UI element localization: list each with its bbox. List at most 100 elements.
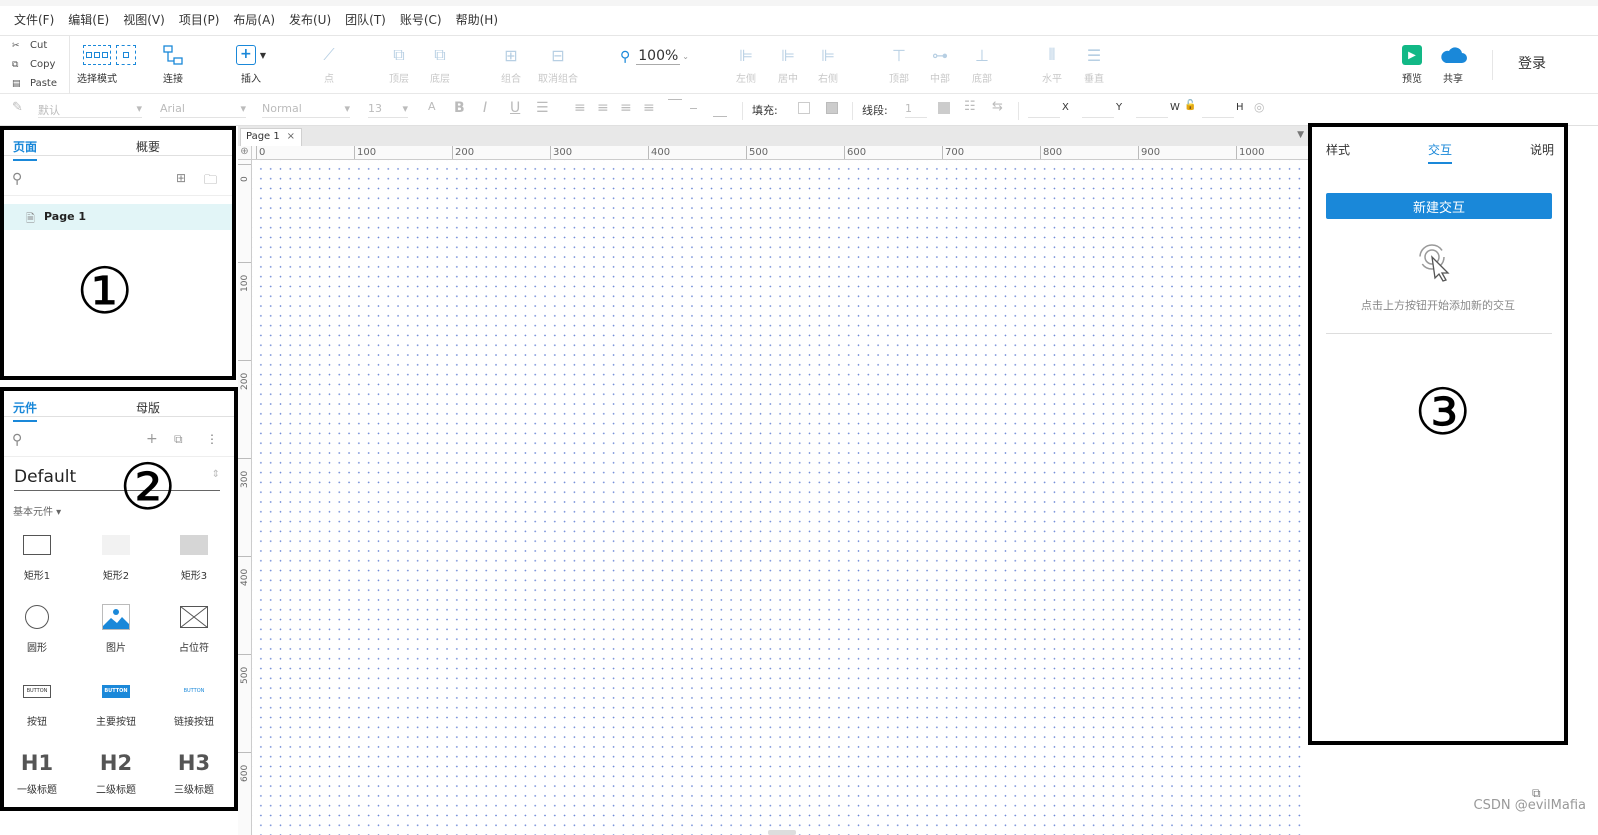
- insert-button[interactable]: + ▼ 插入: [226, 42, 276, 85]
- style-dropdown[interactable]: 默认 ▾: [38, 102, 142, 118]
- zoom-value[interactable]: 100%: [636, 48, 681, 65]
- valign-bottom-icon[interactable]: ⎽: [713, 102, 727, 118]
- x-input[interactable]: [1028, 102, 1060, 118]
- library-stack-icon[interactable]: ⧉: [174, 432, 183, 447]
- lock-icon[interactable]: 🔓: [1184, 100, 1196, 111]
- scroll-handle[interactable]: [768, 830, 796, 835]
- point-button[interactable]: ⟋ 点: [304, 42, 354, 85]
- weight-value: Normal: [262, 102, 302, 115]
- widget-rect2[interactable]: 矩形2: [86, 529, 146, 582]
- library-select[interactable]: Default ⇕: [14, 467, 220, 491]
- copy-button[interactable]: ⧉ Copy: [0, 55, 69, 74]
- menu-layout[interactable]: 布局(A): [229, 11, 279, 28]
- fill-shadow-swatch[interactable]: [826, 102, 838, 114]
- h-input[interactable]: [1202, 102, 1234, 118]
- add-page-icon[interactable]: ⊞: [176, 171, 186, 185]
- align-text-right-icon[interactable]: ≡: [620, 100, 632, 116]
- italic-icon[interactable]: I: [483, 100, 487, 116]
- y-input[interactable]: [1082, 102, 1114, 118]
- widget-button[interactable]: BUTTON 按钮: [7, 675, 67, 728]
- line-width-input[interactable]: 1: [905, 102, 927, 118]
- align-text-left-icon[interactable]: ≡: [574, 100, 586, 116]
- fill-color-swatch[interactable]: [798, 102, 810, 114]
- w-input[interactable]: [1136, 102, 1168, 118]
- close-icon[interactable]: ×: [287, 131, 295, 142]
- interaction-hint: 点击上方按钮开始添加新的交互: [1361, 299, 1515, 312]
- line-pattern-icon[interactable]: ☷: [964, 99, 976, 114]
- share-label: 共享: [1443, 74, 1463, 85]
- menu-edit[interactable]: 编辑(E): [64, 11, 113, 28]
- valign-middle-icon[interactable]: ⎯: [690, 100, 697, 116]
- page-item[interactable]: 🗎 Page 1: [4, 204, 232, 230]
- bullet-list-icon[interactable]: ☰: [536, 100, 549, 116]
- widget-h1[interactable]: H1 一级标题: [7, 747, 67, 796]
- tab-pages[interactable]: 页面: [13, 138, 38, 161]
- tab-dropdown-icon[interactable]: ▼: [1297, 130, 1304, 140]
- line-color-swatch[interactable]: [938, 102, 950, 114]
- more-options-icon[interactable]: ⋮: [206, 432, 218, 446]
- add-library-icon[interactable]: +: [146, 431, 158, 447]
- inspector-tabs: 样式 交互 说明: [1312, 127, 1564, 165]
- style-edit-icon[interactable]: ✎: [12, 100, 23, 115]
- heading3-icon: H3: [177, 751, 211, 775]
- ruler-h-tick: 600: [844, 146, 866, 159]
- zoom-control[interactable]: ⚲ 100% ⌄: [620, 48, 689, 65]
- widget-primary-button[interactable]: BUTTON 主要按钮: [86, 675, 146, 728]
- page-tab[interactable]: Page 1 ×: [240, 128, 302, 146]
- widget-rect1[interactable]: 矩形1: [7, 529, 67, 582]
- font-weight-dropdown[interactable]: Normal ▾: [262, 102, 350, 118]
- select-contained-button[interactable]: [106, 42, 146, 68]
- widget-h2[interactable]: H2 二级标题: [86, 747, 146, 796]
- send-to-back-button[interactable]: ⧉ 底层: [415, 42, 465, 85]
- menu-view[interactable]: 视图(V): [119, 11, 169, 28]
- widget-image[interactable]: 图片: [86, 601, 146, 654]
- align-right-button[interactable]: ⊫ 右侧: [803, 42, 853, 86]
- widget-circle[interactable]: 圆形: [7, 601, 67, 654]
- font-color-icon[interactable]: A: [428, 100, 436, 113]
- align-text-justify-icon[interactable]: ≡: [643, 100, 655, 116]
- paste-button[interactable]: ▤ Paste: [0, 74, 69, 93]
- distribute-vertical-button[interactable]: ☰ 垂直: [1069, 42, 1119, 86]
- menu-help[interactable]: 帮助(H): [452, 11, 502, 28]
- category-header[interactable]: 基本元件 ▾: [13, 503, 61, 518]
- widget-rect3[interactable]: 矩形3: [164, 529, 224, 582]
- connect-button[interactable]: 连接: [148, 42, 198, 85]
- share-button[interactable]: 共享: [1428, 42, 1478, 85]
- new-interaction-button[interactable]: 新建交互: [1326, 193, 1552, 219]
- font-family-dropdown[interactable]: Arial ▾: [160, 102, 246, 118]
- login-button[interactable]: 登录: [1518, 53, 1546, 73]
- menu-account[interactable]: 账号(C): [396, 11, 446, 28]
- font-size-dropdown[interactable]: 13 ▾: [368, 102, 408, 118]
- align-bottom-button[interactable]: ⊥ 底部: [957, 42, 1007, 86]
- tab-style[interactable]: 样式: [1326, 141, 1350, 158]
- valign-top-icon[interactable]: ⎺: [668, 98, 682, 114]
- arrow-style-icon[interactable]: ⇆: [992, 99, 1003, 114]
- tab-outline[interactable]: 概要: [136, 138, 160, 155]
- menu-project[interactable]: 项目(P): [175, 11, 224, 28]
- group-button[interactable]: ⊞ 组合: [486, 42, 536, 86]
- menu-publish[interactable]: 发布(U): [285, 11, 335, 28]
- add-folder-icon[interactable]: 🗀: [204, 171, 217, 193]
- placeholder-icon: [180, 601, 208, 633]
- tab-widgets[interactable]: 元件: [13, 399, 38, 422]
- widget-link-button[interactable]: BUTTON 链接按钮: [164, 675, 224, 729]
- widget-placeholder[interactable]: 占位符: [164, 601, 224, 654]
- widget-label: 占位符: [179, 643, 209, 654]
- search-icon[interactable]: ⚲: [12, 171, 22, 187]
- underline-icon[interactable]: U: [510, 100, 520, 116]
- tab-interactions[interactable]: 交互: [1428, 141, 1453, 164]
- visibility-eye-icon[interactable]: ◎: [1254, 100, 1264, 114]
- align-text-center-icon[interactable]: ≡: [597, 100, 609, 116]
- widget-h3[interactable]: H3 三级标题: [164, 747, 224, 796]
- bold-icon[interactable]: B: [454, 100, 465, 116]
- ungroup-button[interactable]: ⊟ 取消组合: [533, 42, 583, 86]
- search-icon[interactable]: ⚲: [12, 432, 22, 448]
- ruler-origin-icon[interactable]: ⊕: [238, 146, 252, 160]
- tab-notes[interactable]: 说明: [1530, 141, 1554, 158]
- widgets-panel-tabs: 元件 母版: [4, 391, 234, 422]
- menu-team[interactable]: 团队(T): [341, 11, 390, 28]
- menu-file[interactable]: 文件(F): [10, 11, 58, 28]
- tab-masters[interactable]: 母版: [136, 399, 160, 416]
- cut-button[interactable]: ✂ Cut: [0, 36, 69, 55]
- canvas-grid[interactable]: [252, 160, 1308, 835]
